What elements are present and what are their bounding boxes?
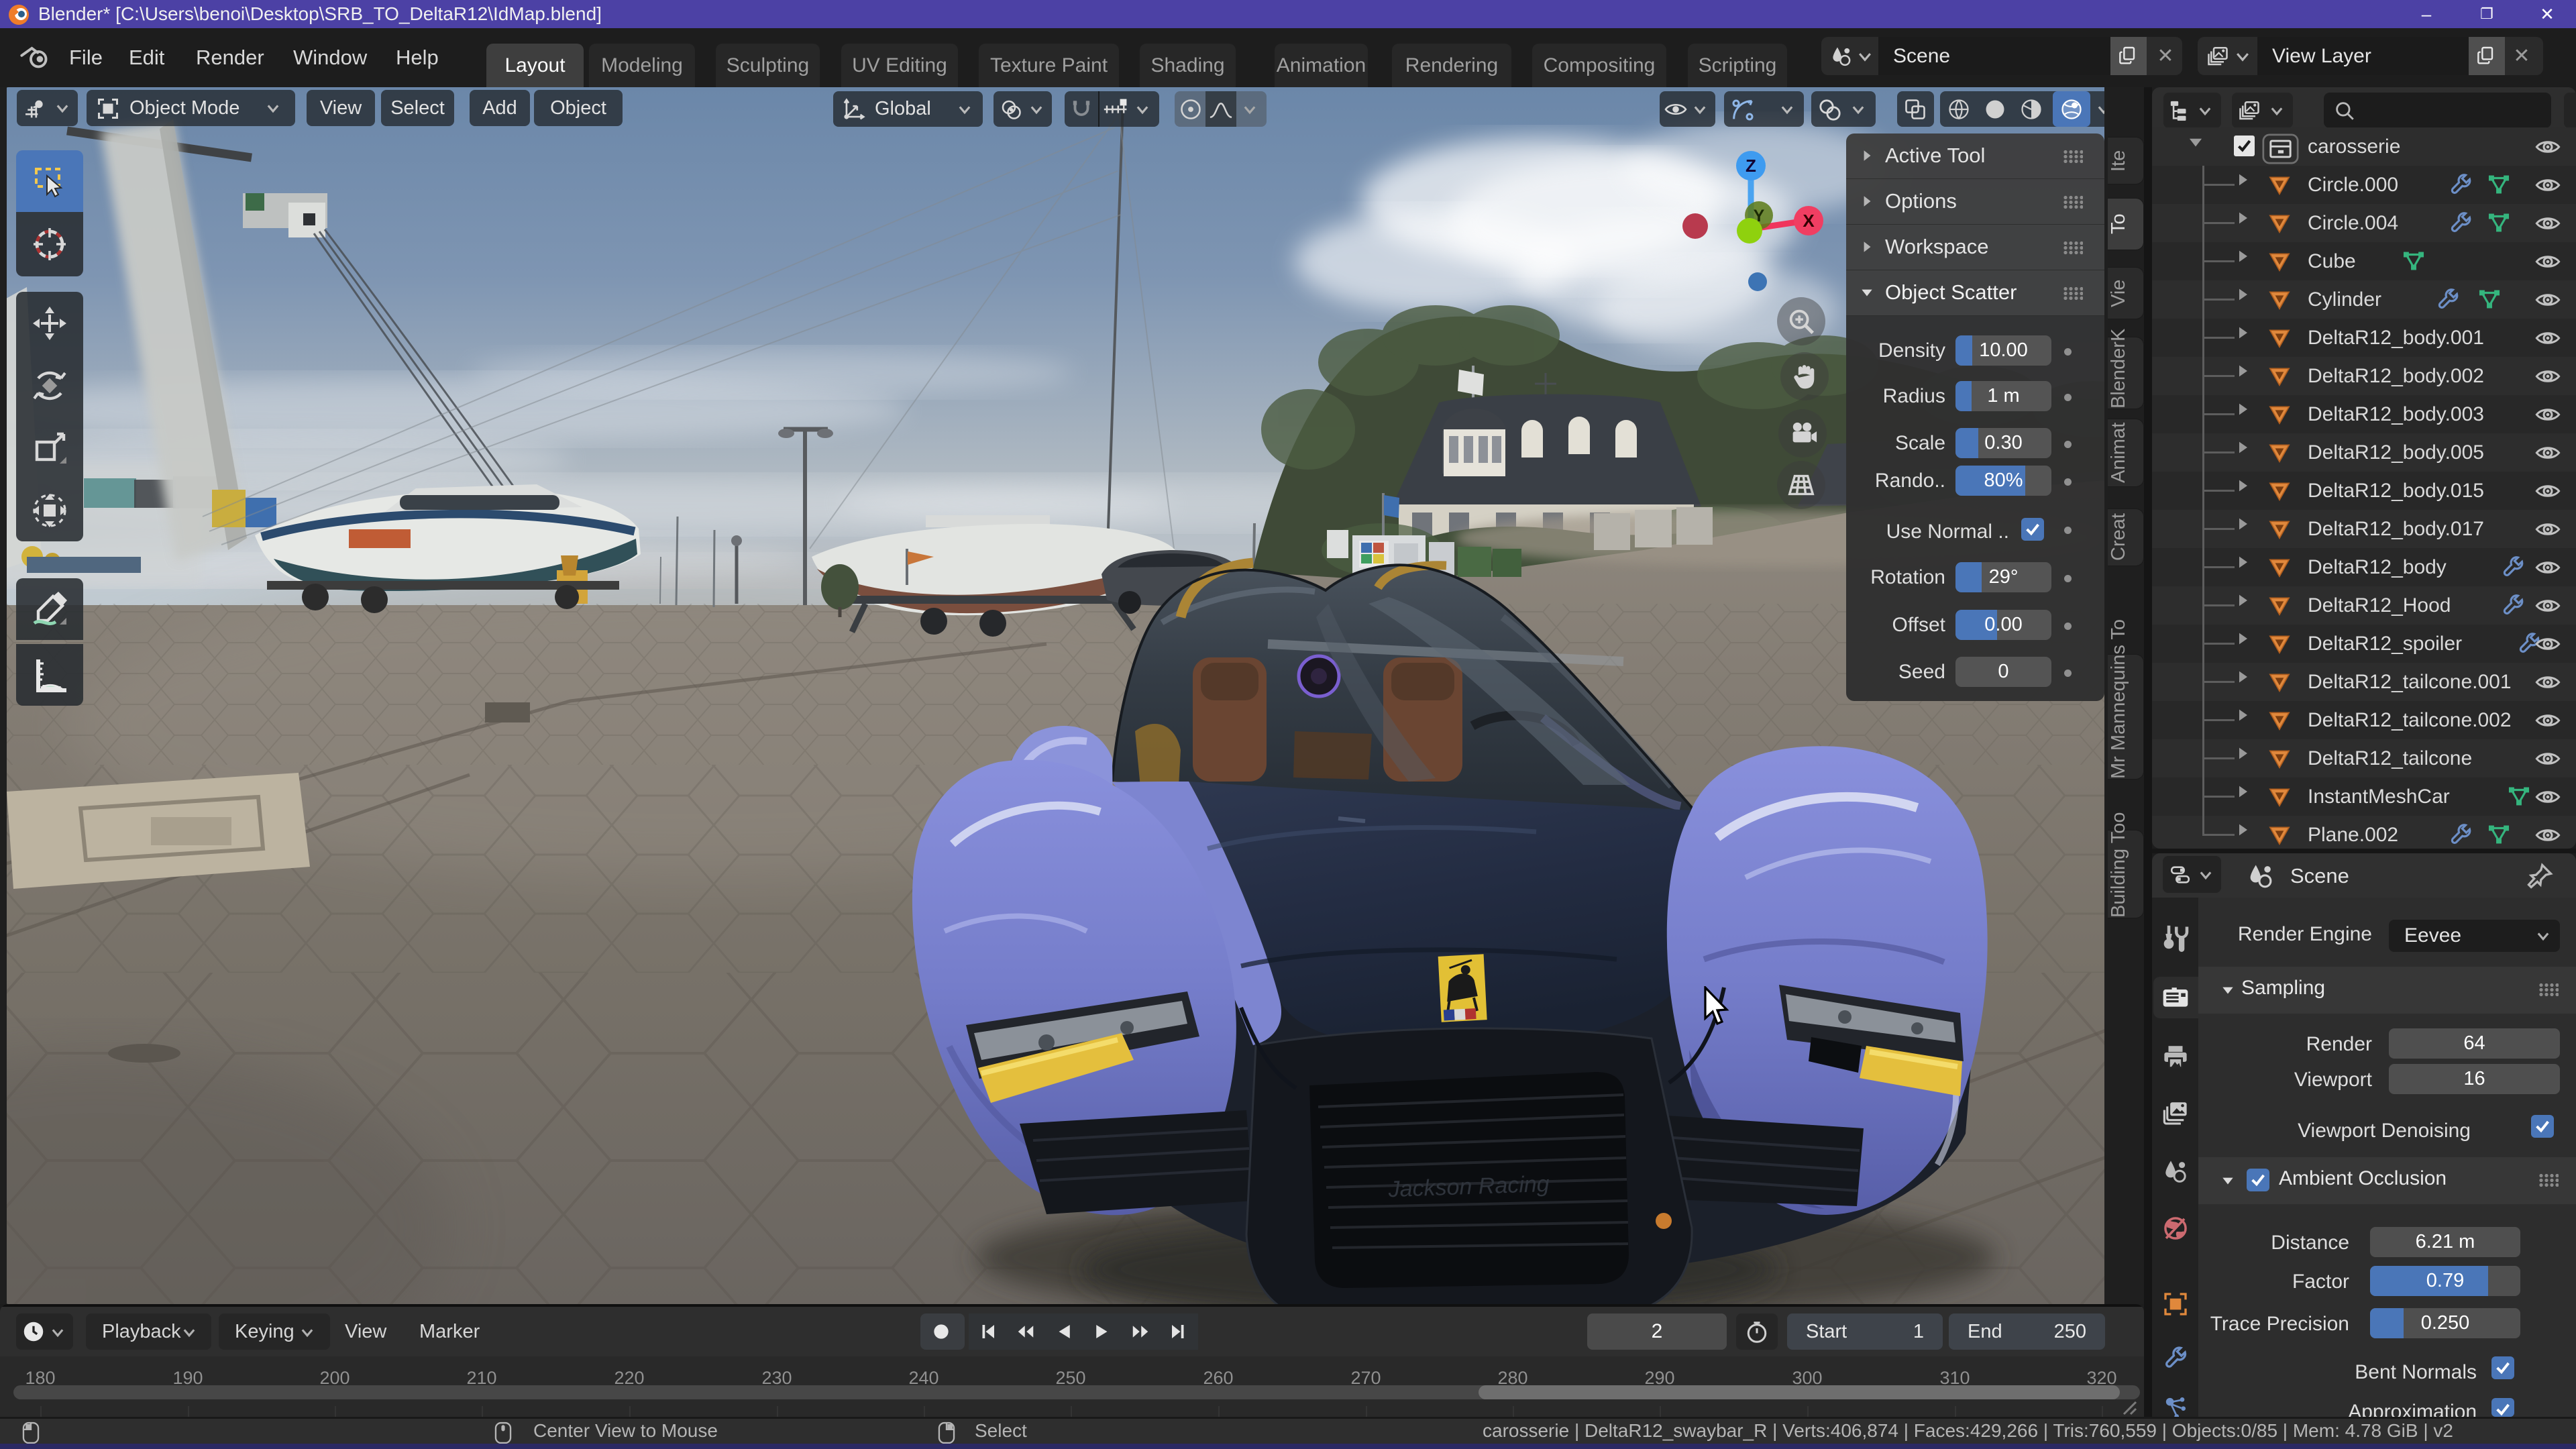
svg-text:Z: Z <box>1746 156 1756 176</box>
svg-text:X: X <box>1803 211 1815 231</box>
